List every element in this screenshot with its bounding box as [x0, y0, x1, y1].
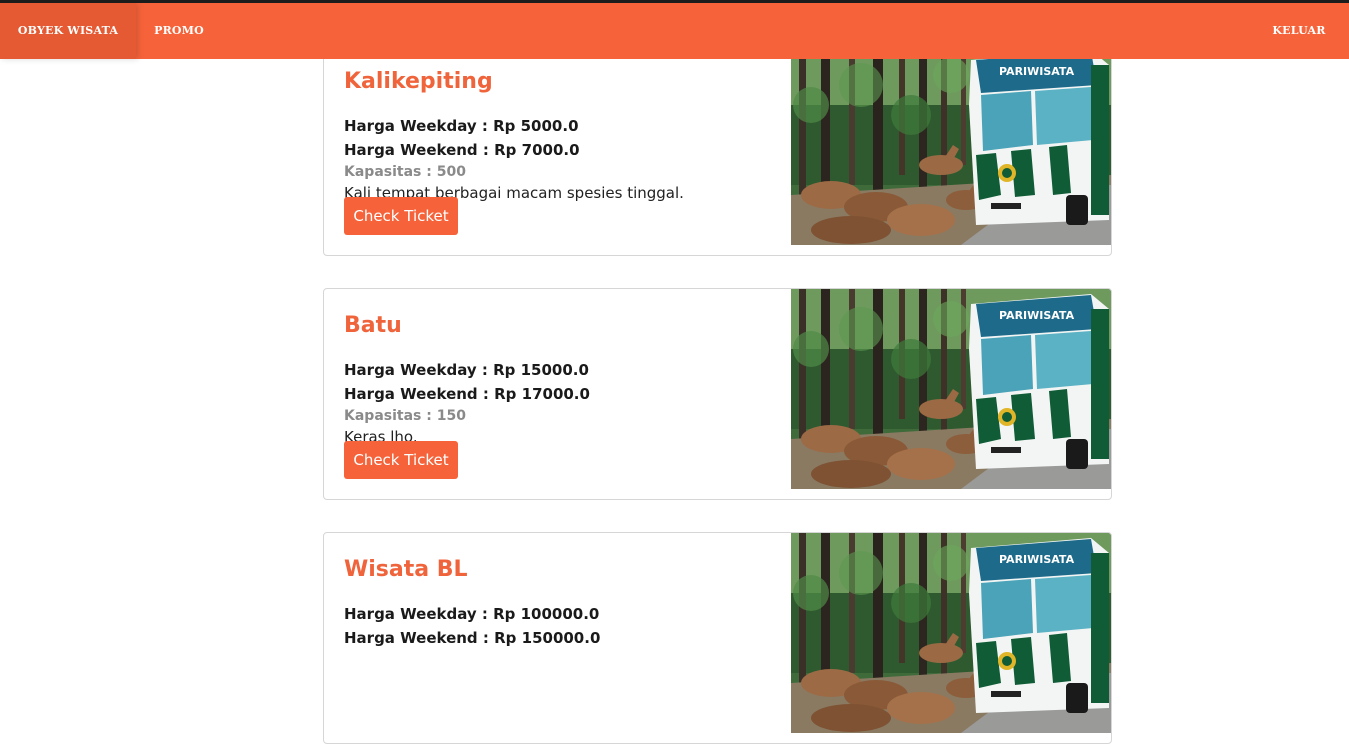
capacity: Kapasitas : 500 [344, 164, 466, 180]
nav-keluar[interactable]: KELUAR [1249, 3, 1349, 59]
navbar: OBYEK WISATA PROMO KELUAR [0, 3, 1349, 59]
destination-image: PARIWISATA [791, 289, 1111, 489]
weekday-price: Harga Weekday : Rp 5000.0 [344, 117, 579, 135]
weekend-price: Harga Weekend : Rp 150000.0 [344, 629, 601, 647]
weekday-price: Harga Weekday : Rp 15000.0 [344, 361, 589, 379]
weekday-price: Harga Weekday : Rp 100000.0 [344, 605, 600, 623]
bus-sign-text: PARIWISATA [999, 65, 1075, 78]
weekend-price: Harga Weekend : Rp 17000.0 [344, 385, 590, 403]
destination-card: Kalikepiting Harga Weekday : Rp 5000.0 H… [323, 44, 1112, 256]
card-title: Kalikepiting [344, 69, 493, 94]
destination-card: Wisata BL Harga Weekday : Rp 100000.0 Ha… [323, 532, 1112, 744]
weekend-price: Harga Weekend : Rp 7000.0 [344, 141, 580, 159]
destination-image: PARIWISATA [791, 45, 1111, 245]
check-ticket-button[interactable]: Check Ticket [344, 197, 458, 235]
destination-image: PARIWISATA [791, 533, 1111, 733]
card-title: Batu [344, 313, 402, 338]
nav-obyek-wisata[interactable]: OBYEK WISATA [0, 3, 136, 59]
capacity: Kapasitas : 150 [344, 408, 466, 424]
bus-sign-text: PARIWISATA [999, 553, 1075, 566]
destination-card: Batu Harga Weekday : Rp 15000.0 Harga We… [323, 288, 1112, 500]
top-border [0, 0, 1349, 3]
nav-promo[interactable]: PROMO [136, 3, 222, 59]
check-ticket-button[interactable]: Check Ticket [344, 441, 458, 479]
card-title: Wisata BL [344, 557, 468, 582]
bus-sign-text: PARIWISATA [999, 309, 1075, 322]
card-list: Kalikepiting Harga Weekday : Rp 5000.0 H… [0, 0, 1349, 744]
